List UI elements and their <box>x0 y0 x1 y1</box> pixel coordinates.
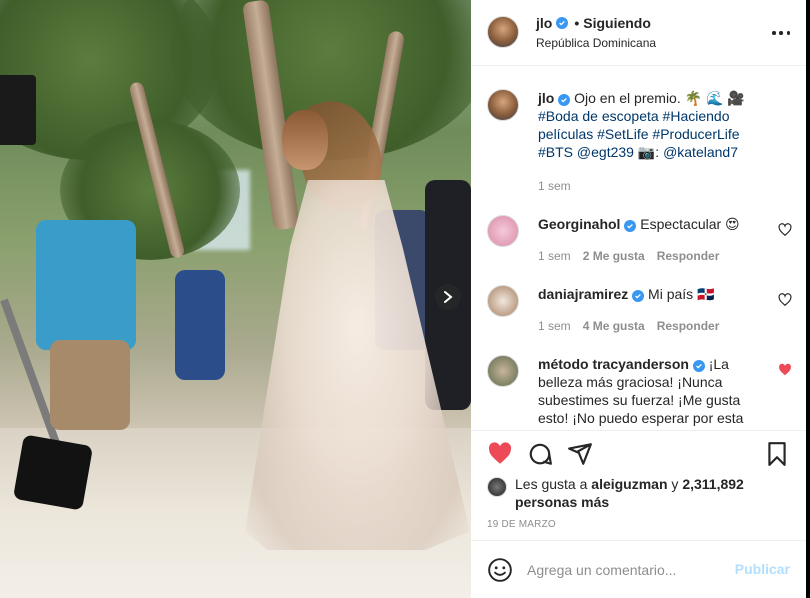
page-edge <box>806 0 810 598</box>
comment-username[interactable]: Georginahol <box>538 216 620 232</box>
comment-body: Espectacular 😍 <box>640 216 740 232</box>
crew-member <box>36 220 136 350</box>
next-photo-button[interactable] <box>435 284 461 310</box>
caption-mention[interactable]: @kateland7 <box>663 144 738 160</box>
heart-outline-icon[interactable] <box>778 223 792 237</box>
film-camera <box>0 75 36 145</box>
save-bookmark-icon[interactable] <box>764 441 790 467</box>
avatar[interactable] <box>487 16 519 48</box>
comments-list[interactable]: jlo Ojo en el premio. 🌴 🌊 🎥 #Boda de esc… <box>471 67 806 429</box>
model-head <box>282 110 328 170</box>
reply-button[interactable]: Responder <box>657 249 720 263</box>
post-actions-bar <box>471 430 806 478</box>
add-comment-bar: Publicar <box>471 540 806 598</box>
avatar[interactable] <box>487 355 519 387</box>
likes-suffix: y <box>671 476 679 492</box>
more-options-button[interactable] <box>772 24 790 42</box>
post-header: jlo • Siguiendo República Dominicana <box>471 0 806 66</box>
heart-outline-icon[interactable] <box>778 293 792 307</box>
camera-emoji: 📷 <box>637 144 656 160</box>
comment-body: Mi país 🇩🇴 <box>648 286 715 302</box>
caption-username[interactable]: jlo <box>538 90 554 106</box>
comment-time[interactable]: 1 sem <box>538 319 571 333</box>
author-username[interactable]: jlo <box>536 15 552 31</box>
likes-text: Les gusta a aleiguzman y 2,311,892 perso… <box>515 475 785 511</box>
chevron-right-icon <box>444 291 453 303</box>
equipment-bag <box>12 434 94 511</box>
post-location[interactable]: República Dominicana <box>536 36 656 50</box>
verified-badge-icon <box>692 360 705 372</box>
avatar[interactable] <box>487 285 519 317</box>
comment: método tracyanderson ¡La belleza más gra… <box>487 355 792 429</box>
comment-meta: 1 sem 2 Me gusta Responder <box>538 249 719 263</box>
share-paper-plane-icon[interactable] <box>567 441 593 467</box>
avatar[interactable] <box>487 477 507 497</box>
likes-count-suffix[interactable]: personas más <box>515 494 609 510</box>
verified-badge-icon <box>556 17 569 29</box>
comment-text: Georginahol Espectacular 😍 <box>538 215 770 233</box>
comment-bubble-icon[interactable] <box>527 441 553 467</box>
comment-input[interactable] <box>527 559 727 581</box>
following-button[interactable]: Siguiendo <box>583 15 651 31</box>
comment-username[interactable]: método tracyanderson <box>538 356 689 372</box>
post-photo[interactable] <box>0 0 471 598</box>
comment-likes[interactable]: 4 Me gusta <box>583 319 645 333</box>
reply-button[interactable]: Responder <box>657 319 720 333</box>
verified-badge-icon <box>624 220 637 232</box>
caption: jlo Ojo en el premio. 🌴 🌊 🎥 #Boda de esc… <box>487 89 792 193</box>
comment: daniajramirez Mi país 🇩🇴 1 sem 4 Me gust… <box>487 285 792 335</box>
likes-count[interactable]: 2,311,892 <box>682 476 744 492</box>
publish-button[interactable]: Publicar <box>735 561 790 577</box>
verified-badge-icon <box>558 94 571 106</box>
like-button-heart-icon[interactable] <box>487 441 513 467</box>
comment-text: daniajramirez Mi país 🇩🇴 <box>538 285 770 303</box>
caption-mention[interactable]: @egt239 <box>577 144 634 160</box>
caption-text: jlo Ojo en el premio. 🌴 🌊 🎥 #Boda de esc… <box>538 89 770 161</box>
comment-likes[interactable]: 2 Me gusta <box>583 249 645 263</box>
comment-username[interactable]: daniajramirez <box>538 286 628 302</box>
post-date[interactable]: 19 DE MARZO <box>487 519 556 530</box>
avatar[interactable] <box>487 215 519 247</box>
emoji-smiley-icon[interactable] <box>487 557 513 583</box>
comment: Georginahol Espectacular 😍 1 sem 2 Me gu… <box>487 215 792 265</box>
comment-text: método tracyanderson ¡La belleza más gra… <box>538 355 770 427</box>
caption-meta: 1 sem <box>538 179 571 193</box>
liker-username[interactable]: aleiguzman <box>591 476 667 492</box>
caption-time[interactable]: 1 sem <box>538 179 571 193</box>
crew-member <box>175 270 225 380</box>
verified-badge-icon <box>632 290 645 302</box>
crew-member <box>50 340 130 430</box>
header-user-line: jlo • Siguiendo <box>536 15 651 31</box>
comment-meta: 1 sem 4 Me gusta Responder <box>538 319 719 333</box>
avatar[interactable] <box>487 89 519 121</box>
caption-lead: Ojo en el premio. 🌴 🌊 🎥 <box>574 90 745 106</box>
more-horizontal-icon <box>772 31 776 35</box>
separator-dot: • <box>574 15 580 31</box>
likes-prefix: Les gusta a <box>515 476 588 492</box>
post-side-panel: jlo • Siguiendo República Dominicana jlo… <box>471 0 806 598</box>
caption-colon: : <box>655 144 660 160</box>
heart-filled-icon[interactable] <box>778 363 792 377</box>
comment-time[interactable]: 1 sem <box>538 249 571 263</box>
